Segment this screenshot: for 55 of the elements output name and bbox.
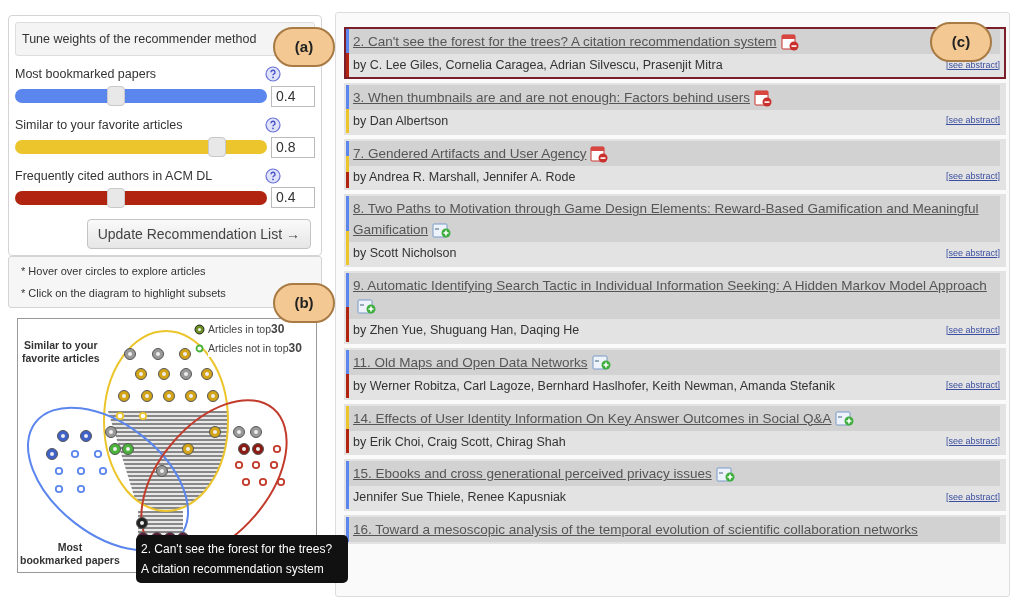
ring-icon [194, 342, 205, 354]
article-card[interactable]: 15. Ebooks and cross generational perceived privacy issues Jennifer Sue Thiele, Renee Kapusniak [see abstract] [344, 459, 1006, 511]
slider-label: Frequently cited authors in ACM DL [15, 167, 213, 185]
slider-thumb[interactable] [106, 187, 125, 208]
calendar-minus-icon[interactable] [590, 144, 609, 163]
weight-value-field[interactable]: 0.8 [271, 136, 315, 158]
venn-tooltip: 2. Can't see the forest for the trees? A citation recommendation system [136, 535, 348, 583]
slider-thumb[interactable] [207, 137, 226, 157]
weight-slider[interactable] [15, 89, 267, 104]
slider-label: Similar to your favorite articles [15, 116, 183, 134]
hint-text: * Click on the diagram to highlight subsets [21, 285, 227, 301]
article-authors: by Dan Albertson [353, 112, 449, 130]
set-label: Similar to your favorite articles [22, 339, 100, 366]
card-plus-icon[interactable] [715, 466, 736, 483]
help-icon[interactable] [265, 66, 281, 83]
article-authors: by C. Lee Giles, Cornelia Caragea, Adrian Silvescu, Prasenjit Mitra [353, 57, 723, 74]
article-authors: by Erik Choi, Craig Scott, Chirag Shah [353, 433, 566, 451]
article-title-link[interactable]: 2. Can't see the forest for the trees? A citation recommendation system [353, 31, 799, 52]
filled-circle-icon [194, 323, 205, 335]
article-authors: by Werner Robitza, Carl Lagoze, Bernhard Haslhofer, Keith Newman, Amanda Stefanik [353, 377, 835, 395]
see-abstract-link[interactable]: [see abstract] [945, 435, 1000, 449]
see-abstract-link[interactable]: [see abstract] [945, 323, 1000, 338]
article-card[interactable]: 7. Gendered Artifacts and User Agency by Andrea R. Marshall, Jennifer A. Rode [see abstract] [344, 138, 1006, 191]
article-authors: by Scott Nicholson [353, 245, 457, 263]
update-list-button[interactable]: Update Recommendation List → [86, 219, 311, 250]
help-icon[interactable] [265, 167, 281, 184]
card-plus-icon[interactable] [432, 222, 453, 239]
weight-slider[interactable] [15, 140, 267, 154]
card-plus-icon[interactable] [591, 355, 612, 372]
calendar-minus-icon[interactable] [780, 33, 799, 52]
article-card[interactable]: 8. Two Paths to Motivation through Game Design Elements: Reward-Based Gamification and Meaningful Gamification by Scott Nicholson [see abstract] [344, 194, 1006, 267]
article-authors: by Zhen Yue, Shuguang Han, Daqing He [353, 322, 580, 339]
set-label: Most bookmarked papers [20, 541, 120, 568]
weight-slider[interactable] [15, 190, 267, 205]
slider-label: Most bookmarked papers [15, 66, 157, 83]
help-icon[interactable] [265, 117, 281, 134]
see-abstract-link[interactable]: [see abstract] [945, 246, 1000, 261]
article-card[interactable]: 16. Toward a mesoscopic analysis of the temporal evolution of scientific collaboration networks [344, 515, 1006, 544]
article-card[interactable]: 14. Effects of User Identity Information On Key Answer Outcomes in Social Q&A by Erik Choi, Craig Scott, Chirag Shah [see abstract] [344, 403, 1006, 456]
see-abstract-link[interactable]: [see abstract] [945, 490, 1000, 505]
hint-text: * Hover over circles to explore articles [21, 264, 207, 280]
article-card[interactable]: 3. When thumbnails are and are not enough: Factors behind users by Dan Albertson [see abstract] [344, 82, 1006, 135]
card-plus-icon[interactable] [835, 410, 856, 427]
slider-thumb[interactable] [106, 86, 125, 107]
article-card[interactable]: 11. Old Maps and Open Data Networks by Werner Robitza, Carl Lagoze, Bernhard Haslhofer, Keith Newman, Amanda Stefanik [see abstract] [344, 347, 1006, 400]
see-abstract-link[interactable]: [see abstract] [945, 114, 1000, 128]
weight-value-field[interactable]: 0.4 [271, 85, 315, 107]
see-abstract-link[interactable]: [see abstract] [945, 379, 1000, 393]
card-plus-icon[interactable] [357, 299, 377, 316]
calendar-minus-icon[interactable] [754, 89, 772, 108]
weight-value-field[interactable]: 0.4 [271, 187, 315, 209]
see-abstract-link[interactable]: [see abstract] [945, 170, 1000, 184]
article-card[interactable]: 9. Automatic Identifying Search Tactic in Individual Information Seeking: A Hidden Markov Model Approach by Zhen Yue, Shuguang Han, Daqing He [see abstract] [344, 271, 1006, 344]
article-authors: by Andrea R. Marshall, Jennifer A. Rode [353, 168, 576, 186]
article-authors: Jennifer Sue Thiele, Renee Kapusniak [353, 489, 567, 507]
